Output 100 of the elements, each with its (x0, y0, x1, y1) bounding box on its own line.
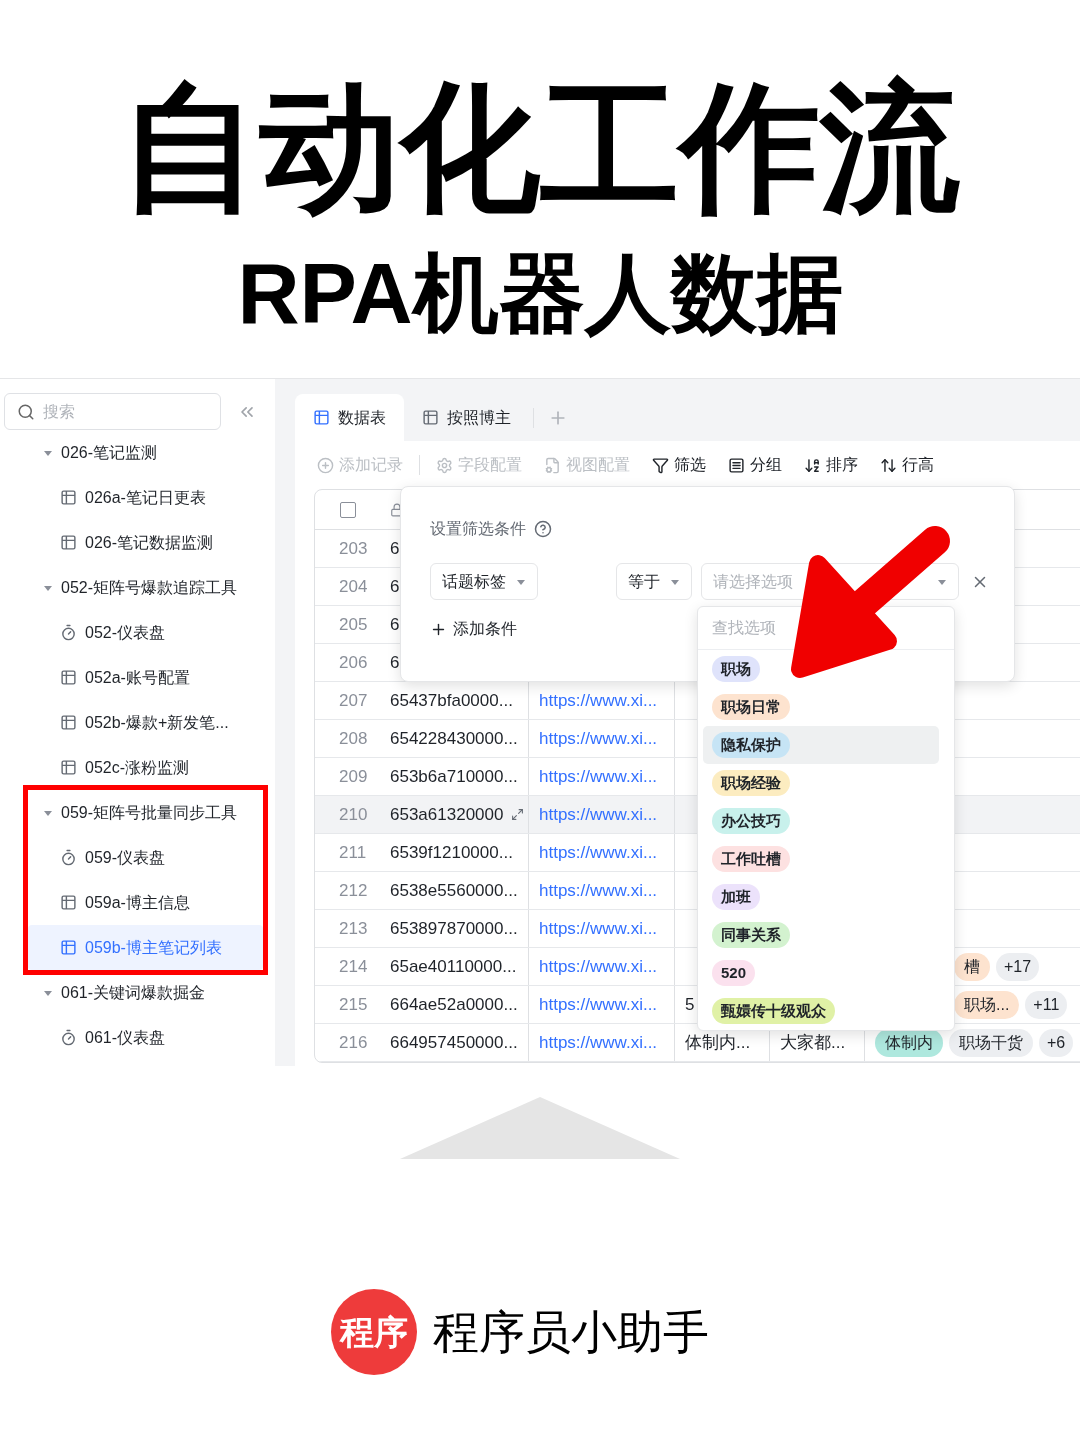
tag: 职场干货 (949, 1028, 1033, 1057)
link[interactable]: https://www.xi... (539, 991, 658, 1018)
row-number: 204 (339, 575, 368, 598)
list-box-icon (728, 456, 745, 474)
sidebar-item[interactable]: 059b-博主笔记列表 (28, 925, 263, 970)
table-icon (60, 669, 77, 686)
dashboard-icon (60, 849, 77, 866)
link[interactable]: https://www.xi... (539, 725, 658, 752)
table-cell-text: 664ae52a0000... (390, 993, 518, 1016)
tag: 职场... (954, 990, 1020, 1019)
link[interactable]: https://www.xi... (539, 877, 658, 904)
tag: 520 (712, 960, 756, 986)
table-cell-text: 654228430000... (390, 727, 518, 750)
help-icon[interactable] (534, 520, 552, 538)
table-icon (422, 409, 439, 426)
sidebar-item[interactable]: 052a-账号配置 (28, 655, 263, 700)
table-icon (313, 409, 330, 426)
tag: 职场经验 (712, 770, 790, 796)
table-icon (60, 894, 77, 911)
table-cell-text: 65ae40110000... (390, 955, 517, 978)
table-cell-text: 6 (390, 613, 400, 636)
row-number: 209 (339, 765, 368, 788)
table-cell-text: 体制内... (685, 1031, 751, 1054)
checkbox[interactable] (340, 501, 356, 518)
row-number: 208 (339, 727, 368, 750)
row-number: 206 (339, 651, 368, 674)
option-item[interactable]: 职场 (703, 650, 939, 688)
poster-subtitle: RPA机器人数据 (237, 250, 843, 336)
link[interactable]: https://www.xi... (539, 801, 658, 828)
up-down-arrow-icon (880, 456, 897, 474)
option-item[interactable]: 同事关系 (703, 916, 939, 954)
table-cell-text: 653b6a710000... (390, 765, 518, 788)
document-gear-icon (544, 456, 561, 474)
link[interactable]: https://www.xi... (539, 763, 658, 790)
count-badge: +11 (1025, 990, 1068, 1019)
link[interactable]: https://www.xi... (539, 839, 658, 866)
sidebar-group[interactable]: 061-关键词爆款掘金 (28, 970, 263, 1015)
row-number: 211 (339, 841, 367, 864)
option-item[interactable]: 职场经验 (703, 764, 939, 802)
count-badge: +6 (1039, 1028, 1074, 1057)
link[interactable]: https://www.xi... (539, 1029, 658, 1056)
option-item[interactable]: 办公技巧 (703, 802, 939, 840)
option-item[interactable]: 甄嬛传十级观众 (703, 992, 939, 1030)
expand-icon[interactable] (511, 808, 524, 821)
add-condition-button[interactable]: 添加条件 (430, 617, 517, 641)
table-cell-text: 6 (390, 651, 400, 674)
tag: 甄嬛传十级观众 (712, 998, 835, 1024)
table-cell-text: 664957450000... (390, 1031, 518, 1054)
row-number: 207 (339, 689, 368, 712)
option-item[interactable]: 隐私保护 (703, 726, 939, 764)
tab[interactable]: 按照博主 (404, 394, 529, 441)
table-cell-text: 6539f1210000... (390, 841, 513, 864)
table-icon (60, 714, 77, 731)
dashboard-icon (60, 624, 77, 641)
sidebar-group[interactable]: 026-笔记监测 (28, 430, 263, 475)
sidebar-item[interactable]: 059a-博主信息 (28, 880, 263, 925)
toolbar-button[interactable]: 筛选 (652, 453, 706, 477)
option-item[interactable]: 加班 (703, 878, 939, 916)
tag: 工作吐槽 (712, 846, 790, 872)
tag: 加班 (712, 884, 760, 910)
row-number: 203 (339, 537, 368, 560)
toolbar-button[interactable]: 分组 (728, 453, 782, 477)
table-cell-text: 65437bfa0000... (390, 689, 513, 712)
logo: 程序 (331, 1289, 417, 1375)
row-number: 205 (339, 613, 368, 636)
sidebar-group[interactable]: 052-矩阵号爆款追踪工具 (28, 565, 263, 610)
sidebar-item[interactable]: 026-笔记数据监测 (28, 520, 263, 565)
tag: 隐私保护 (712, 732, 790, 758)
toolbar-button[interactable]: 排序 (804, 453, 858, 477)
row-number: 210 (339, 803, 368, 826)
table-icon (60, 534, 77, 551)
row-number: 216 (339, 1031, 368, 1054)
link[interactable]: https://www.xi... (539, 915, 658, 942)
tag: 同事关系 (712, 922, 790, 948)
popover-title: 设置筛选条件 (430, 519, 526, 539)
sidebar-item[interactable]: 052b-爆款+新发笔... (28, 700, 263, 745)
link[interactable]: https://www.xi... (539, 687, 658, 714)
row-number: 213 (339, 917, 368, 940)
tag: 职场日常 (712, 694, 790, 720)
option-item[interactable]: 520 (703, 954, 939, 992)
option-item[interactable]: 职场日常 (703, 688, 939, 726)
table-cell-text: 5 (685, 993, 695, 1016)
sidebar-item[interactable]: 052-仪表盘 (28, 610, 263, 655)
tab[interactable]: 数据表 (295, 394, 404, 441)
sidebar-group[interactable]: 059-矩阵号批量同步工具 (28, 790, 263, 835)
table-icon (60, 489, 77, 506)
sidebar-item[interactable]: 026a-笔记日更表 (28, 475, 263, 520)
toolbar-button[interactable]: 行高 (880, 453, 934, 477)
table-icon (60, 759, 77, 776)
operator-select[interactable]: 等于 (616, 563, 692, 600)
link[interactable]: https://www.xi... (539, 953, 658, 980)
sidebar-item[interactable]: 059-仪表盘 (28, 835, 263, 880)
sidebar-item[interactable]: 052c-涨粉监测 (28, 745, 263, 790)
field-select[interactable]: 话题标签 (430, 563, 538, 600)
option-item[interactable]: 工作吐槽 (703, 840, 939, 878)
sidebar-item[interactable]: 061-仪表盘 (28, 1015, 263, 1060)
tag: 办公技巧 (712, 808, 790, 834)
tag: 职场 (712, 656, 760, 682)
table-cell-text: 653897870000... (390, 917, 518, 940)
table-cell-text: 6 (390, 575, 400, 598)
